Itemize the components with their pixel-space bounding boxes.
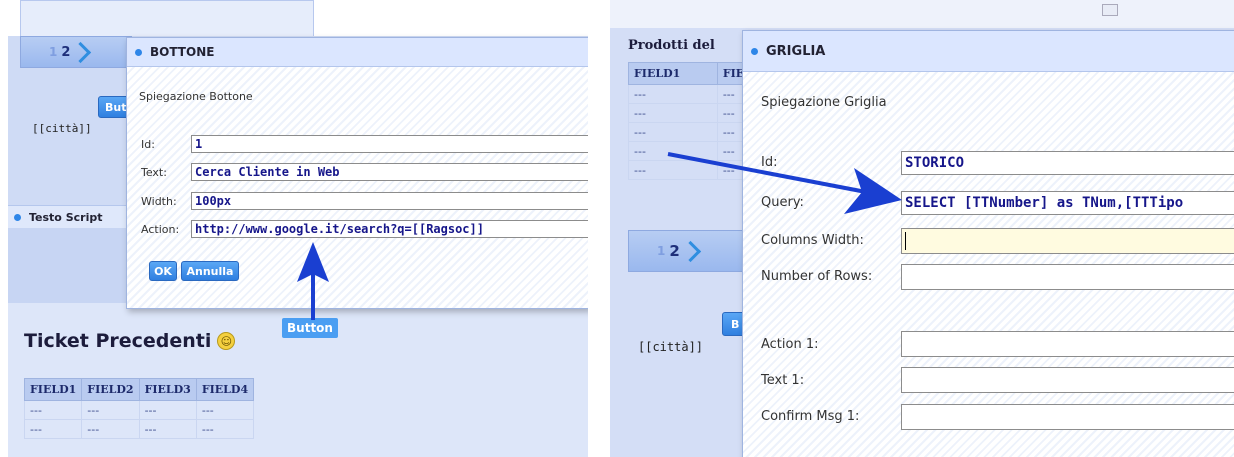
- table-cell: ---: [138, 419, 197, 439]
- dialog-bottone: BOTTONE Spiegazione Bottone Id: 1 Text: …: [126, 37, 588, 309]
- text-cursor: [905, 232, 906, 250]
- table-cell: ---: [81, 400, 140, 420]
- number-of-rows-label: Number of Rows:: [761, 269, 873, 284]
- columns-width-label: Columns Width:: [761, 233, 864, 248]
- id-field[interactable]: 1: [191, 135, 588, 153]
- dialog-title-bar[interactable]: BOTTONE: [127, 38, 588, 67]
- table-cell: ---: [195, 419, 255, 439]
- id-label: Id:: [141, 138, 155, 151]
- arrow-up-annotation: [297, 242, 329, 320]
- dialog-description: Spiegazione Bottone: [139, 90, 253, 103]
- table-cell: ---: [23, 419, 83, 439]
- bullet-icon: [135, 48, 142, 56]
- left-screenshot: 1 2 Butt [[città]] Testo Script Ticket P…: [8, 0, 588, 457]
- arrow-diagonal-annotation: [667, 152, 902, 214]
- query-field[interactable]: SELECT [TTNumber] as TNum,[TTTipo: [901, 191, 1234, 215]
- right-pager: 1 2: [628, 230, 750, 272]
- table-cell: ---: [138, 400, 197, 420]
- text1-field[interactable]: [901, 367, 1234, 393]
- top-grid-area: [20, 0, 314, 38]
- columns-width-field[interactable]: [901, 228, 1234, 254]
- citta-placeholder: [[città]]: [32, 122, 92, 135]
- smiley-icon: ☺: [217, 332, 236, 350]
- table-cell: ---: [23, 400, 83, 420]
- pager-current[interactable]: 2: [669, 242, 679, 260]
- dialog-title: GRIGLIA: [766, 43, 826, 59]
- dialog-griglia: GRIGLIA Spiegazione Griglia Id: STORICO …: [742, 30, 1234, 457]
- pager-prev[interactable]: 1: [49, 45, 57, 59]
- ticket-title: Ticket Precedenti ☺: [24, 330, 236, 352]
- id-field[interactable]: STORICO: [901, 151, 1234, 175]
- table-row[interactable]: --- --- --- ---: [23, 419, 255, 439]
- right-screenshot: Prodotti del FIELD1 FIE --- --- --- --- --- --…: [610, 0, 1234, 457]
- ok-button[interactable]: OK: [149, 261, 177, 281]
- text-field[interactable]: Cerca Cliente in Web: [191, 163, 588, 181]
- column-header[interactable]: FIELD4: [195, 378, 255, 401]
- text1-label: Text 1:: [761, 373, 805, 388]
- table-cell: ---: [628, 103, 718, 123]
- pager-prev[interactable]: 1: [657, 244, 665, 258]
- pager: 1 2: [20, 36, 132, 68]
- next-page-icon[interactable]: [679, 240, 701, 262]
- action1-label: Action 1:: [761, 337, 819, 352]
- table-cell: ---: [628, 84, 718, 104]
- cancel-button[interactable]: Annulla: [181, 261, 239, 281]
- bullet-icon: [14, 213, 21, 221]
- text-label: Text:: [141, 166, 167, 179]
- table-cell: ---: [628, 122, 718, 142]
- bullet-icon: [751, 47, 758, 55]
- width-field[interactable]: 100px: [191, 192, 588, 210]
- column-header[interactable]: FIELD2: [81, 378, 140, 401]
- dialog-title-bar[interactable]: GRIGLIA: [743, 31, 1234, 72]
- column-header[interactable]: FIELD3: [138, 378, 197, 401]
- column-header[interactable]: FIELD1: [628, 62, 718, 85]
- dialog-title: BOTTONE: [150, 45, 215, 59]
- confirm-msg1-field[interactable]: [901, 404, 1234, 430]
- ticket-grid: FIELD1 FIELD2 FIELD3 FIELD4 --- --- --- --- ---…: [23, 378, 255, 439]
- right-top-icon: [1102, 4, 1118, 16]
- action-field[interactable]: http://www.google.it/search?q=[[Ragsoc]]: [191, 220, 588, 238]
- number-of-rows-field[interactable]: [901, 264, 1234, 290]
- dialog-description: Spiegazione Griglia: [761, 95, 887, 110]
- table-row[interactable]: --- --- --- ---: [23, 400, 255, 420]
- width-label: Width:: [141, 195, 177, 208]
- right-top-strip: [610, 0, 1234, 29]
- table-cell: ---: [195, 400, 255, 420]
- section-title: Testo Script: [29, 210, 103, 224]
- action1-field[interactable]: [901, 331, 1234, 357]
- next-page-icon[interactable]: [70, 41, 92, 63]
- action-label: Action:: [141, 223, 180, 236]
- column-header[interactable]: FIELD1: [23, 378, 83, 401]
- products-panel-title: Prodotti del: [628, 38, 715, 53]
- table-cell: ---: [81, 419, 140, 439]
- citta-placeholder: [[città]]: [638, 340, 704, 354]
- confirm-msg1-label: Confirm Msg 1:: [761, 409, 860, 424]
